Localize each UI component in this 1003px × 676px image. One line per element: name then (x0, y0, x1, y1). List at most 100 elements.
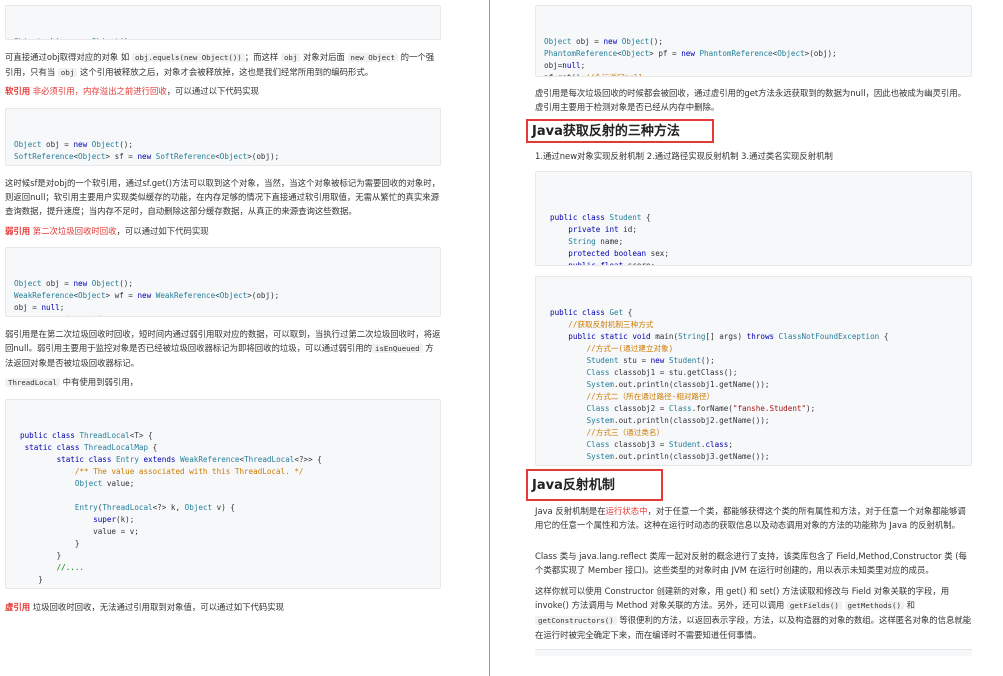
paragraph-reflection-def: Java 反射机制是在运行状态中，对于任意一个类，都能够获得这个类的所有属性和方… (535, 504, 972, 532)
weak-ref-title: 弱引用 (5, 226, 31, 236)
phantom-ref-line: 虚引用 垃圾回收时回收，无法通过引用取到对象值，可以通过如下代码实现 (5, 600, 441, 614)
code-line: //.... (56, 563, 85, 572)
weak-ref-desc: 第二次垃圾回收时回收 (30, 226, 117, 236)
inline-code: getConstructors() (535, 616, 617, 625)
inline-code: obj (280, 53, 301, 62)
soft-ref-desc: 非必须引用，内存溢出之前进行回收 (30, 86, 167, 96)
code-line: public class Get { (550, 308, 633, 317)
code-line: Student stu = new Student(); (586, 356, 715, 365)
code-line: PhantomReference<Object> pf = new Phanto… (544, 49, 837, 58)
paragraph-phantom-ref: 虚引用是每次垃圾回收的时候都会被回收，通过虚引用的get方法永远获取到的数据为n… (535, 88, 967, 112)
code-line: protected boolean sex; (568, 249, 669, 258)
code-line: Object value; (74, 479, 135, 488)
phantom-ref-title: 虚引用 (5, 602, 31, 612)
threadlocal-line: ThreadLocal 中有使用到弱引用， (5, 375, 441, 390)
code-line: SoftReference<Object> sf = new SoftRefer… (14, 152, 280, 161)
paragraph-reflection-methods: 1.通过new对象实现反射机制 2.通过路径实现反射机制 3.通过类名实现反射机… (535, 151, 833, 161)
paragraph-class-reflect: Class 类与 java.lang.reflect 类库一起对反射的概念进行了… (535, 551, 967, 575)
inline-code: obj (57, 68, 78, 77)
next-code-block-edge (535, 649, 972, 656)
code-line: WeakReference<Object> wf = new WeakRefer… (14, 291, 280, 300)
inline-code: ThreadLocal (5, 378, 60, 387)
code-line: private int id; (568, 225, 637, 234)
code-lines: Object obj = new Object(); WeakReference<… (14, 278, 432, 316)
code-line: Object obj = new Object(); (14, 36, 432, 39)
paragraph-constructor: 这样你就可以使用 Constructor 创建新的对象，用 get() 和 se… (535, 584, 972, 642)
heading-text: Java获取反射的三种方法 (532, 124, 680, 139)
code-block-threadlocal: public class ThreadLocal<T> { static cla… (5, 399, 441, 589)
code-line: wf.get();//有时候会返回null (14, 314, 432, 316)
code-block-strong-ref: Object obj = new Object();User user=new … (5, 5, 441, 40)
code-line: /** The value associated with this Threa… (74, 467, 304, 476)
threadlocal-tail: 中有使用到弱引用， (59, 377, 138, 387)
code-lines: public class Student { private int id; S… (550, 212, 963, 266)
heading-reflection-mechanism: Java反射机制 (526, 469, 663, 501)
inline-code: isEnQueued (372, 344, 423, 353)
code-line: Entry(ThreadLocal<?> k, Object v) { (74, 503, 235, 512)
code-line: obj=null; (544, 61, 586, 70)
code-lines: Object obj = new Object(); PhantomReferen… (544, 36, 963, 76)
code-line: public class ThreadLocal<T> { (20, 431, 153, 440)
code-line: Class classobj2 = Class.forName("fanshe.… (586, 404, 816, 413)
code-line: public static void main(String[] args) t… (568, 332, 889, 341)
weak-ref-tail: ，可以通过如下代码实现 (116, 226, 209, 236)
heading-text: Java反射机制 (532, 478, 615, 493)
weak-ref-line: 弱引用 第二次垃圾回收时回收，可以通过如下代码实现 (5, 224, 441, 238)
code-block-phantom-ref: Object obj = new Object(); PhantomReferen… (535, 5, 972, 77)
heading-reflection-methods: Java获取反射的三种方法 (526, 119, 714, 143)
paragraph-text: 可直接通过obj取得对应的对象 如 (5, 52, 132, 62)
code-line: super(k); (93, 515, 135, 524)
code-block-soft-ref: Object obj = new Object(); SoftReference<… (5, 108, 441, 166)
soft-ref-title: 软引用 (5, 86, 31, 96)
code-line: obj = null; (14, 303, 65, 312)
code-line: String name; (568, 237, 624, 246)
code-line: } (550, 463, 963, 465)
code-line: //方式三（通过类名） (586, 428, 665, 437)
code-line: Object obj = new Object(); (544, 37, 663, 46)
code-line: //方式二（所在通过路径-相对路径） (586, 392, 715, 401)
code-line: System.out.println(classobj1.getName()); (586, 380, 770, 389)
code-line: System.out.println(classobj2.getName()); (586, 416, 770, 425)
inline-code: new Object (347, 53, 398, 62)
paragraph-text: 这个引用被释放之后，对象才会被释放掉，这也是我们经常所用到的编码形式。 (77, 67, 374, 77)
runtime-state-highlight: 运行状态中 (605, 506, 648, 516)
inline-code: getMethods() (844, 601, 904, 610)
inline-code: getFields() (786, 601, 842, 610)
code-line: value = v; (20, 527, 139, 536)
code-line: System.out.println(classobj3.getName()); (586, 452, 770, 461)
code-block-weak-ref: Object obj = new Object(); WeakReference<… (5, 247, 441, 317)
code-lines: public class ThreadLocal<T> { static cla… (20, 430, 432, 588)
conjunction: 和 (903, 600, 915, 610)
paragraph-text: ；而这样 (244, 52, 281, 62)
reflection-def-text: Java 反射机制是在 (535, 506, 606, 516)
code-line: //获取反射机制三种方式 (568, 320, 654, 329)
soft-ref-tail: ，可以通过以下代码实现 (166, 86, 259, 96)
code-line: static class ThreadLocalMap { (24, 443, 158, 452)
code-block-student: public class Student { private int id; S… (535, 171, 972, 266)
page-divider (489, 0, 490, 676)
code-line: } (20, 551, 62, 560)
code-line: Class classobj1 = stu.getClass(); (586, 368, 738, 377)
code-line: static class Entry extends WeakReference… (56, 455, 322, 464)
code-line: public float score; (568, 261, 656, 266)
paragraph-weak-ref: 弱引用是在第二次垃圾回收时回收，短时间内通过弱引用取对应的数据，可以取到，当执行… (5, 327, 441, 370)
code-lines: Object obj = new Object(); SoftReference<… (14, 139, 432, 165)
code-lines: Object obj = new Object();User user=new … (14, 36, 432, 39)
code-line: //方式一(通过建立对象) (586, 344, 674, 353)
code-line: public class Student { (550, 213, 651, 222)
inline-code: obj.equels(new Object()) (131, 53, 245, 62)
soft-ref-line: 软引用 非必须引用，内存溢出之前进行回收，可以通过以下代码实现 (5, 84, 441, 98)
paragraph-text: 对象对后面 (300, 52, 348, 62)
phantom-ref-tail: 垃圾回收时回收，无法通过引用取到对象值，可以通过如下代码实现 (30, 602, 285, 612)
code-line: obj = null; (14, 163, 432, 165)
code-line: Class classobj3 = Student.class; (586, 440, 733, 449)
code-line: pf.get();//永远返回null (544, 72, 963, 76)
code-lines: public class Get { //获取反射机制三种方式 public s… (550, 307, 963, 465)
code-line: Object obj = new Object(); (14, 279, 133, 288)
paragraph-strong-ref: 可直接通过obj取得对应的对象 如 obj.equels(new Object(… (5, 50, 441, 80)
code-line: } (20, 539, 80, 548)
paragraph-soft-ref: 这时候sf是对obj的一个软引用，通过sf.get()方法可以取到这个对象，当然… (5, 178, 440, 216)
code-line: } (20, 575, 43, 584)
code-block-get: public class Get { //获取反射机制三种方式 public s… (535, 276, 972, 466)
code-line: Object obj = new Object(); (14, 140, 133, 149)
